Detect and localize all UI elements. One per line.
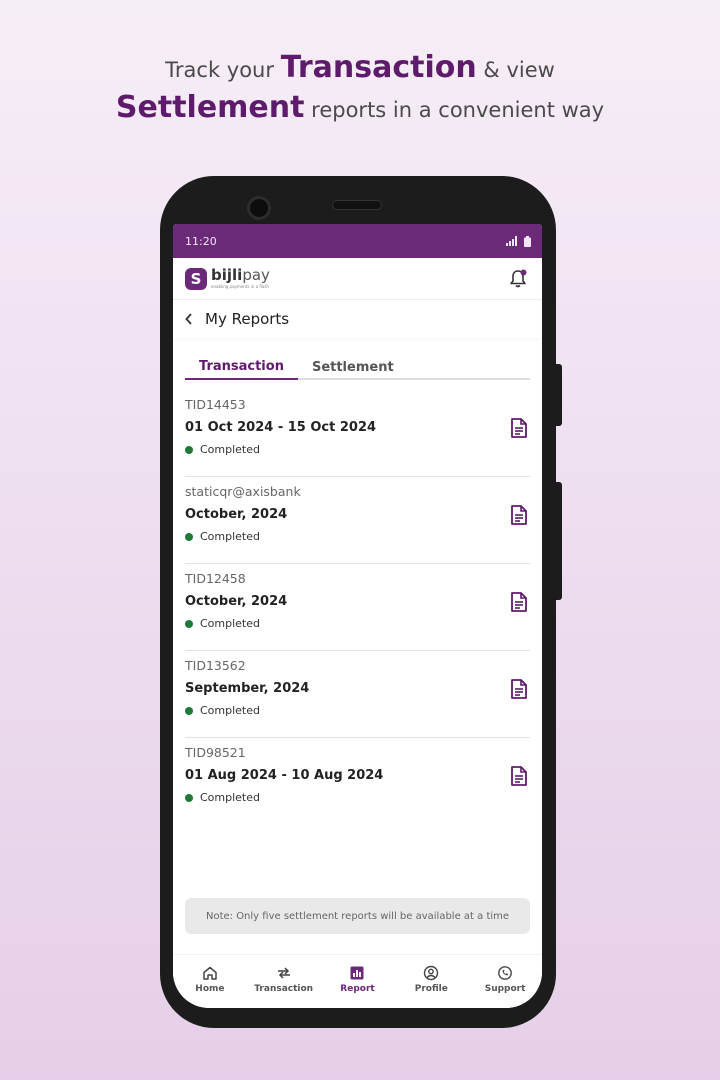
nav-label: Support — [484, 984, 526, 994]
document-icon[interactable] — [510, 679, 528, 699]
headline-line-2: Settlement reports in a convenient way — [0, 88, 720, 128]
document-icon[interactable] — [510, 766, 528, 786]
headline-text: reports in a convenient way — [304, 98, 605, 122]
headline-settlement: Settlement — [115, 90, 305, 125]
app-header: S bijlipay enabling payments in a flash — [173, 258, 542, 300]
status-label: Completed — [200, 791, 260, 804]
report-item[interactable]: TID12458 October, 2024 Completed — [185, 564, 530, 651]
status-time: 11:20 — [185, 234, 217, 248]
home-icon — [203, 966, 217, 980]
status-bar: 11:20 — [173, 224, 542, 258]
power-button — [556, 482, 562, 600]
logo-name-bold: bijli — [211, 266, 243, 284]
tab-transaction[interactable]: Transaction — [185, 354, 298, 380]
report-status: Completed — [185, 617, 530, 630]
nav-support[interactable]: Support — [470, 965, 540, 994]
signal-icon — [506, 236, 517, 246]
report-status: Completed — [185, 530, 530, 543]
report-list: TID14453 01 Oct 2024 - 15 Oct 2024 Compl… — [185, 390, 530, 825]
nav-label: Transaction — [254, 984, 314, 994]
logo-wordmark: bijlipay enabling payments in a flash — [211, 268, 270, 289]
status-label: Completed — [200, 530, 260, 543]
nav-profile[interactable]: Profile — [396, 965, 466, 994]
status-dot — [185, 445, 193, 454]
volume-button — [556, 364, 562, 426]
earpiece-speaker — [332, 200, 382, 210]
support-icon — [498, 966, 512, 980]
front-camera — [247, 196, 271, 220]
nav-label: Report — [340, 984, 375, 994]
status-dot — [185, 706, 193, 715]
status-dot — [185, 793, 193, 802]
report-id: TID13562 — [185, 658, 246, 673]
bottom-navigation: Home Transaction Report Profile Support — [173, 954, 542, 1008]
nav-label: Profile — [414, 984, 448, 994]
page-title-bar: My Reports — [173, 300, 542, 338]
logo-tagline: enabling payments in a flash — [211, 284, 269, 289]
report-period: October, 2024 — [185, 507, 288, 522]
headline-transaction: Transaction — [280, 50, 477, 85]
page-title: My Reports — [205, 310, 290, 328]
logo-name-rest: pay — [242, 266, 270, 284]
document-icon[interactable] — [510, 418, 528, 438]
settlement-note: Note: Only five settlement reports will … — [185, 898, 530, 934]
report-period: October, 2024 — [185, 594, 288, 609]
report-icon — [350, 966, 364, 980]
status-dot — [185, 532, 193, 541]
promo-headline: Track your Transaction & view Settlement… — [0, 48, 720, 128]
bijlipay-logo-icon: S — [185, 267, 207, 290]
report-id: staticqr@axisbank — [185, 484, 301, 499]
report-id: TID12458 — [185, 571, 246, 586]
report-status: Completed — [185, 791, 530, 804]
report-id: TID98521 — [185, 745, 246, 760]
status-label: Completed — [200, 704, 260, 717]
report-period: September, 2024 — [185, 681, 310, 696]
report-status: Completed — [185, 704, 530, 717]
headline-text: Track your — [165, 58, 281, 82]
profile-icon — [424, 965, 439, 981]
report-period: 01 Oct 2024 - 15 Oct 2024 — [185, 420, 377, 435]
report-tabs: Transaction Settlement — [185, 354, 530, 380]
report-item[interactable]: TID13562 September, 2024 Completed — [185, 651, 530, 738]
report-item[interactable]: staticqr@axisbank October, 2024 Complete… — [185, 477, 530, 564]
report-id: TID14453 — [185, 397, 246, 412]
status-label: Completed — [200, 443, 260, 456]
headline-line-1: Track your Transaction & view — [0, 48, 720, 88]
report-item[interactable]: TID14453 01 Oct 2024 - 15 Oct 2024 Compl… — [185, 390, 530, 477]
report-status: Completed — [185, 443, 530, 456]
nav-transaction[interactable]: Transaction — [249, 965, 319, 994]
nav-report[interactable]: Report — [322, 965, 392, 994]
report-period: 01 Aug 2024 - 10 Aug 2024 — [185, 768, 384, 783]
nav-label: Home — [195, 984, 225, 994]
headline-text: & view — [476, 58, 555, 82]
nav-home[interactable]: Home — [175, 965, 245, 994]
report-item[interactable]: TID98521 01 Aug 2024 - 10 Aug 2024 Compl… — [185, 738, 530, 825]
status-dot — [185, 619, 193, 628]
phone-frame: 11:20 S bijlipay enabling payments in a … — [160, 176, 562, 1028]
transfer-icon — [277, 967, 290, 979]
status-icons — [506, 235, 531, 247]
document-icon[interactable] — [510, 592, 528, 612]
notification-bell-icon[interactable] — [506, 267, 530, 291]
tab-settlement[interactable]: Settlement — [298, 354, 408, 380]
bijlipay-logo: S bijlipay enabling payments in a flash — [185, 267, 270, 290]
phone-screen: 11:20 S bijlipay enabling payments in a … — [173, 224, 542, 1008]
back-chevron-icon[interactable] — [185, 310, 195, 329]
document-icon[interactable] — [510, 505, 528, 525]
battery-icon — [524, 235, 531, 247]
status-label: Completed — [200, 617, 260, 630]
